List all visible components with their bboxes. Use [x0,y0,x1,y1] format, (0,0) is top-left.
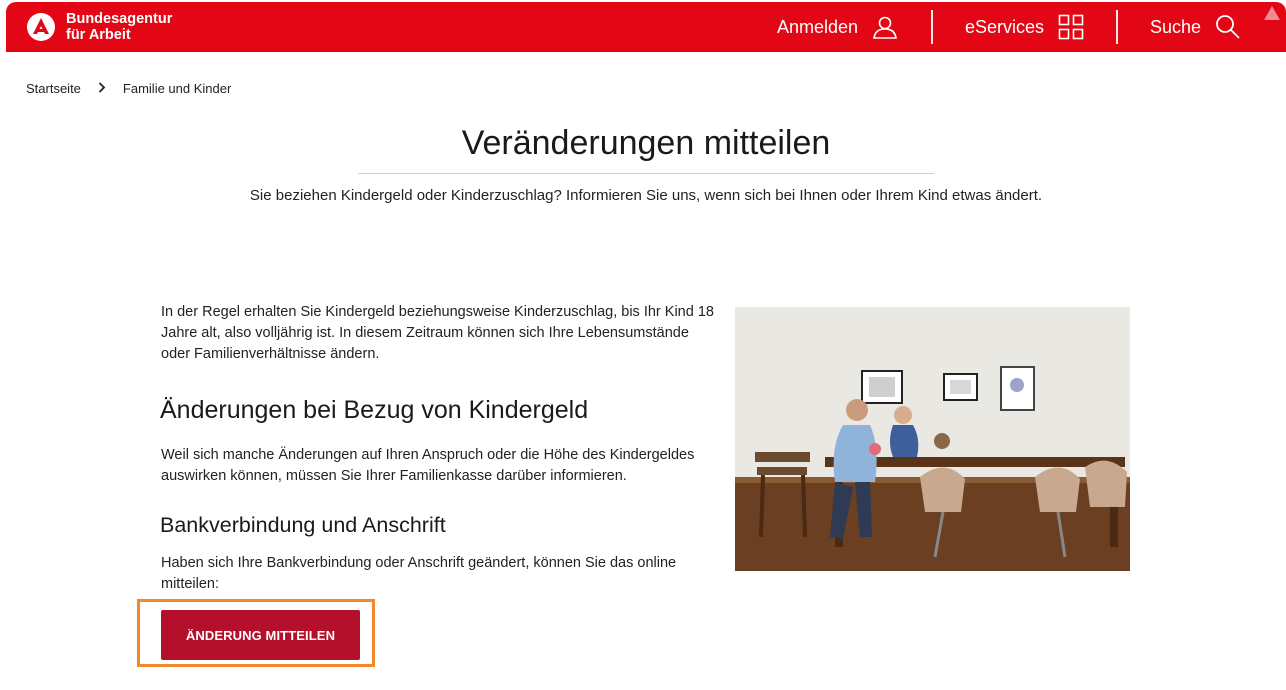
ba-logo-icon[interactable] [26,12,56,42]
login-nav-item[interactable]: Anmelden [777,2,898,52]
breadcrumb: Startseite Familie und Kinder [26,81,231,96]
search-label: Suche [1150,16,1202,37]
user-icon [873,16,897,39]
section-heading: Änderungen bei Bezug von Kindergeld [160,396,589,424]
logo-wordmark[interactable]: Bundesagentur für Arbeit [66,11,172,43]
nav-divider [1116,10,1118,44]
search-icon [1216,15,1240,39]
title-underline [358,173,934,174]
grid-icon [1058,14,1084,40]
page-subtitle: Sie beziehen Kindergeld oder Kinderzusch… [249,187,1043,204]
logo-line-1: Bundesagentur [66,11,173,27]
page-title: Veränderungen mitteilen [461,124,831,162]
sub-text: Haben sich Ihre Bankverbindung oder Ansc… [161,555,677,592]
login-label: Anmelden [777,16,859,37]
section-text: Weil sich manche Änderungen auf Ihren An… [161,447,695,484]
family-photo [735,307,1130,571]
search-nav-item[interactable]: Suche [1150,2,1241,52]
sub-heading: Bankverbindung und Anschrift [160,513,446,537]
logo-line-2: für Arbeit [66,27,131,43]
family-photo-illustration [735,307,1130,571]
nav-divider [931,10,933,44]
breadcrumb-home[interactable]: Startseite [26,81,81,96]
eservices-label: eServices [965,16,1045,37]
eservices-nav-item[interactable]: eServices [965,2,1084,52]
change-report-button[interactable]: ÄNDERUNG MITTEILEN [161,610,360,660]
site-header: Bundesagentur für Arbeit Anmelden eServi… [6,2,1286,52]
intro-text: In der Regel erhalten Sie Kindergeld bez… [161,304,714,362]
scroll-up-icon[interactable] [1258,2,1286,22]
breadcrumb-current[interactable]: Familie und Kinder [123,81,231,96]
chevron-right-icon [98,81,106,96]
